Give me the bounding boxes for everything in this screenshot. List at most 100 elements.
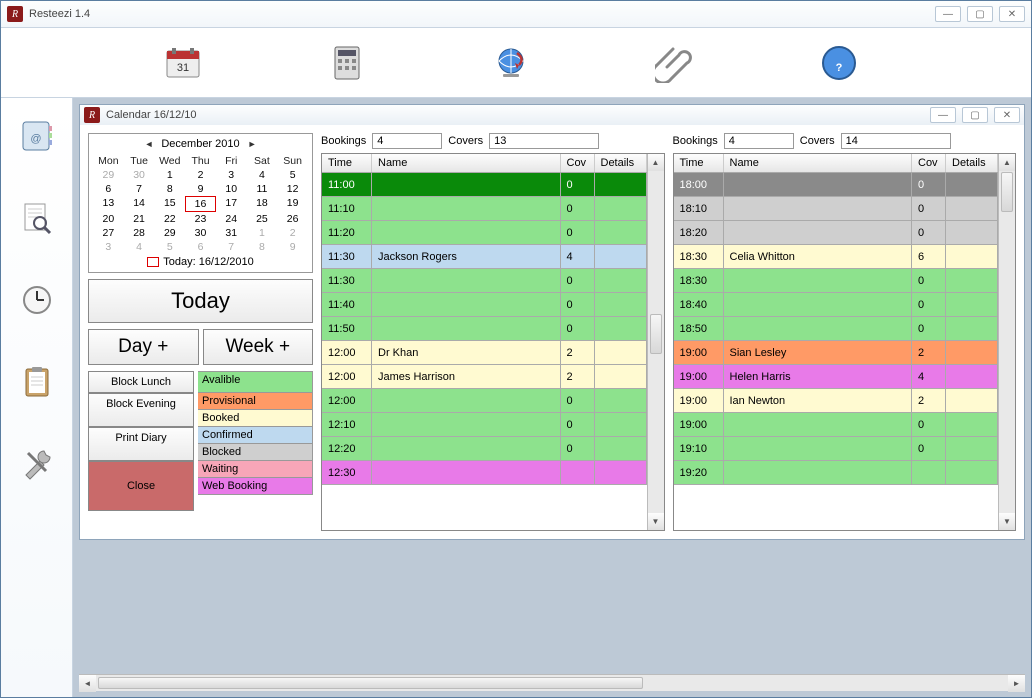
booking-row[interactable]: 11:400 xyxy=(322,293,647,317)
day-cell[interactable]: 1 xyxy=(247,226,278,240)
booking-row[interactable]: 12:200 xyxy=(322,437,647,461)
day-cell[interactable]: 7 xyxy=(124,182,155,196)
day-cell[interactable]: 20 xyxy=(93,212,124,226)
sub-close-button[interactable]: ✕ xyxy=(994,107,1020,123)
right-covers-input[interactable] xyxy=(841,133,951,149)
maximize-button[interactable]: ▢ xyxy=(967,6,993,22)
booking-row[interactable]: 19:00Helen Harris4 xyxy=(674,365,999,389)
day-cell[interactable]: 16 xyxy=(185,196,216,212)
booking-row[interactable]: 18:100 xyxy=(674,197,999,221)
block-evening-button[interactable]: Block Evening xyxy=(88,393,194,427)
day-cell[interactable]: 29 xyxy=(93,168,124,182)
booking-row[interactable]: 12:100 xyxy=(322,413,647,437)
h-scroll-thumb[interactable] xyxy=(98,677,643,689)
left-scrollbar[interactable]: ▲ ▼ xyxy=(647,154,664,530)
day-cell[interactable]: 6 xyxy=(93,182,124,196)
day-cell[interactable]: 6 xyxy=(185,240,216,254)
scroll-down-button[interactable]: ▼ xyxy=(648,513,664,530)
day-cell[interactable]: 22 xyxy=(154,212,185,226)
day-cell[interactable]: 11 xyxy=(247,182,278,196)
left-covers-input[interactable] xyxy=(489,133,599,149)
tools-icon[interactable] xyxy=(17,444,57,484)
col-cov[interactable]: Cov xyxy=(912,154,946,172)
booking-row[interactable]: 18:400 xyxy=(674,293,999,317)
day-cell[interactable]: 18 xyxy=(247,196,278,212)
day-cell[interactable]: 8 xyxy=(154,182,185,196)
col-details[interactable]: Details xyxy=(946,154,998,172)
web-tool-icon[interactable] xyxy=(489,41,533,85)
day-cell[interactable]: 12 xyxy=(277,182,308,196)
day-cell[interactable]: 14 xyxy=(124,196,155,212)
day-cell[interactable]: 5 xyxy=(154,240,185,254)
booking-row[interactable]: 11:30Jackson Rogers4 xyxy=(322,245,647,269)
booking-row[interactable]: 11:500 xyxy=(322,317,647,341)
booking-row[interactable]: 18:300 xyxy=(674,269,999,293)
scroll-right-button[interactable]: ► xyxy=(1008,675,1025,692)
day-cell[interactable]: 27 xyxy=(93,226,124,240)
booking-row[interactable]: 12:000 xyxy=(322,389,647,413)
day-cell[interactable]: 15 xyxy=(154,196,185,212)
day-cell[interactable]: 28 xyxy=(124,226,155,240)
clipboard-icon[interactable] xyxy=(17,362,57,402)
day-cell[interactable]: 4 xyxy=(247,168,278,182)
day-cell[interactable]: 17 xyxy=(216,196,247,212)
booking-row[interactable]: 19:20 xyxy=(674,461,999,485)
right-bookings-input[interactable] xyxy=(724,133,794,149)
col-cov[interactable]: Cov xyxy=(561,154,595,172)
booking-row[interactable]: 18:200 xyxy=(674,221,999,245)
clock-icon[interactable] xyxy=(17,280,57,320)
day-cell[interactable]: 9 xyxy=(277,240,308,254)
booking-row[interactable]: 19:000 xyxy=(674,413,999,437)
today-indicator[interactable]: Today: 16/12/2010 xyxy=(93,254,308,268)
day-cell[interactable]: 31 xyxy=(216,226,247,240)
calculator-tool-icon[interactable] xyxy=(325,41,369,85)
booking-row[interactable]: 19:100 xyxy=(674,437,999,461)
left-bookings-input[interactable] xyxy=(372,133,442,149)
contacts-icon[interactable]: @ xyxy=(17,116,57,156)
close-button[interactable]: Close xyxy=(88,461,194,511)
block-lunch-button[interactable]: Block Lunch xyxy=(88,371,194,393)
booking-row[interactable]: 12:00Dr Khan2 xyxy=(322,341,647,365)
booking-row[interactable]: 12:00James Harrison2 xyxy=(322,365,647,389)
right-scrollbar[interactable]: ▲ ▼ xyxy=(998,154,1015,530)
booking-row[interactable]: 11:000 xyxy=(322,173,647,197)
scroll-up-button[interactable]: ▲ xyxy=(648,154,664,171)
scroll-up-button[interactable]: ▲ xyxy=(999,154,1015,171)
col-name[interactable]: Name xyxy=(724,154,913,172)
col-details[interactable]: Details xyxy=(595,154,647,172)
day-cell[interactable]: 7 xyxy=(216,240,247,254)
day-cell[interactable]: 2 xyxy=(277,226,308,240)
day-cell[interactable]: 1 xyxy=(154,168,185,182)
booking-row[interactable]: 11:200 xyxy=(322,221,647,245)
booking-row[interactable]: 19:00Ian Newton2 xyxy=(674,389,999,413)
day-cell[interactable]: 30 xyxy=(185,226,216,240)
booking-row[interactable]: 12:30 xyxy=(322,461,647,485)
horizontal-scrollbar[interactable]: ◄ ► xyxy=(79,674,1025,691)
print-diary-button[interactable]: Print Diary xyxy=(88,427,194,461)
day-cell[interactable]: 4 xyxy=(124,240,155,254)
col-time[interactable]: Time xyxy=(674,154,724,172)
booking-row[interactable]: 18:500 xyxy=(674,317,999,341)
scroll-left-button[interactable]: ◄ xyxy=(79,675,96,692)
close-window-button[interactable]: ✕ xyxy=(999,6,1025,22)
sub-minimize-button[interactable]: — xyxy=(930,107,956,123)
today-button[interactable]: Today xyxy=(88,279,313,323)
prev-month-button[interactable]: ◄ xyxy=(144,139,153,149)
day-cell[interactable]: 26 xyxy=(277,212,308,226)
day-cell[interactable]: 29 xyxy=(154,226,185,240)
month-picker[interactable]: ◄ December 2010 ► MonTueWedThuFriSatSun2… xyxy=(88,133,313,273)
day-cell[interactable]: 9 xyxy=(185,182,216,196)
day-cell[interactable]: 3 xyxy=(93,240,124,254)
day-cell[interactable]: 24 xyxy=(216,212,247,226)
scroll-down-button[interactable]: ▼ xyxy=(999,513,1015,530)
calendar-tool-icon[interactable]: 31 xyxy=(161,41,205,85)
search-doc-icon[interactable] xyxy=(17,198,57,238)
day-cell[interactable]: 8 xyxy=(247,240,278,254)
day-cell[interactable]: 2 xyxy=(185,168,216,182)
minimize-button[interactable]: — xyxy=(935,6,961,22)
col-name[interactable]: Name xyxy=(372,154,561,172)
day-cell[interactable]: 21 xyxy=(124,212,155,226)
scroll-thumb[interactable] xyxy=(650,314,662,354)
day-cell[interactable]: 19 xyxy=(277,196,308,212)
booking-row[interactable]: 19:00Sian Lesley2 xyxy=(674,341,999,365)
